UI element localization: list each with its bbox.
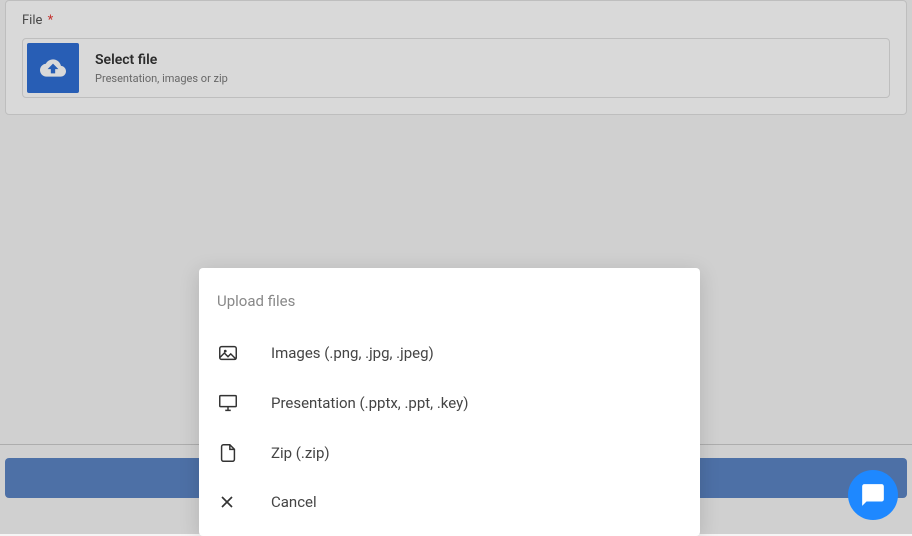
image-icon xyxy=(217,342,245,364)
upload-option-cancel[interactable]: Cancel xyxy=(199,478,700,526)
upload-option-images[interactable]: Images (.png, .jpg, .jpeg) xyxy=(199,328,700,378)
chat-widget-button[interactable] xyxy=(848,470,898,520)
popup-title: Upload files xyxy=(199,292,700,328)
presentation-icon xyxy=(217,392,245,414)
upload-files-popup: Upload files Images (.png, .jpg, .jpeg) … xyxy=(199,268,700,536)
upload-option-zip[interactable]: Zip (.zip) xyxy=(199,428,700,478)
upload-option-label: Presentation (.pptx, .ppt, .key) xyxy=(271,394,468,412)
upload-option-label: Cancel xyxy=(271,493,317,511)
file-icon xyxy=(217,442,245,464)
upload-option-label: Images (.png, .jpg, .jpeg) xyxy=(271,344,434,362)
upload-option-presentation[interactable]: Presentation (.pptx, .ppt, .key) xyxy=(199,378,700,428)
upload-option-label: Zip (.zip) xyxy=(271,444,330,462)
close-icon xyxy=(217,492,245,512)
